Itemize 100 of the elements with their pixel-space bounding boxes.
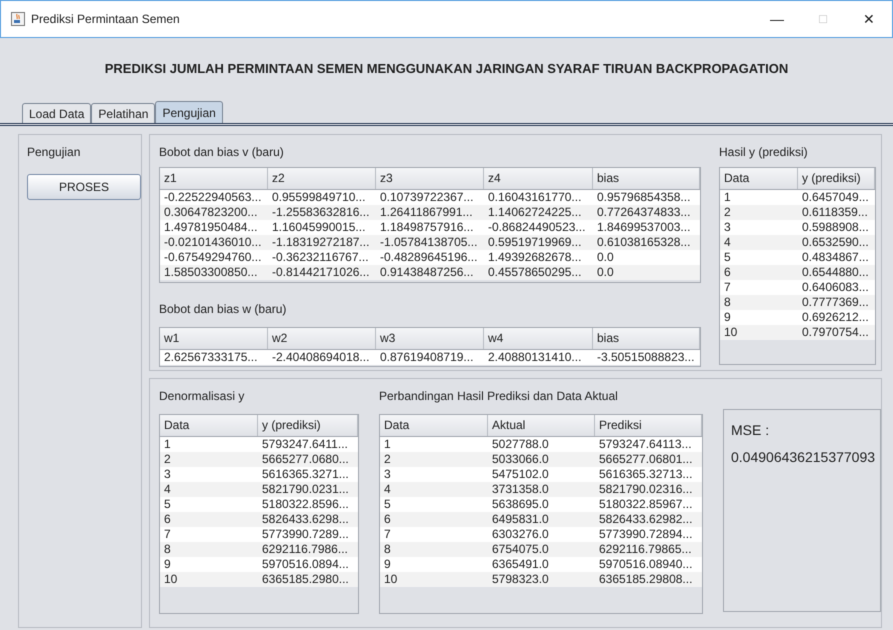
- table-cell-text: 5: [383, 497, 392, 512]
- column-header[interactable]: bias: [593, 168, 700, 189]
- table-cell-text: 0.0: [596, 250, 615, 265]
- column-header[interactable]: z1: [160, 168, 268, 189]
- table-cell-text: 8: [723, 295, 732, 310]
- table-cell-text: 0.6118359...: [801, 205, 869, 220]
- table-cell-text: -0.81442171026...: [271, 265, 370, 280]
- table-cell-text: 6: [723, 265, 732, 280]
- table-cell-text: 0.7970754...: [801, 325, 870, 340]
- table-cell-text: 1: [383, 437, 392, 452]
- table-cell-text: 1.58503300850...: [163, 265, 258, 280]
- table-cell-text: -3.50515088823...: [596, 350, 696, 365]
- table-cell-text: -0.02101436010...: [163, 235, 262, 250]
- table-cell-text: 0.77264374833...: [596, 205, 692, 220]
- table-cell-text: 5826433.62982...: [598, 512, 694, 527]
- proses-button[interactable]: PROSES: [27, 174, 141, 200]
- table-cell-text: 0.30647823200...: [163, 205, 258, 220]
- table-cell-text: 3: [383, 467, 392, 482]
- table-cell-text: 1: [163, 437, 172, 452]
- table-cell-text: 0.45578650295...: [487, 265, 582, 280]
- table-cell-text: 0.0: [596, 265, 615, 280]
- table-cell-text: 9: [723, 310, 732, 325]
- table-cell-text: 6754075.0: [491, 542, 550, 557]
- table-cell-text: 7: [723, 280, 732, 295]
- table-cell-text: 0.10739722367...: [379, 190, 474, 205]
- table-cell-text: -0.48289645196...: [379, 250, 478, 265]
- column-header[interactable]: Data: [720, 168, 798, 189]
- table-cell-text: 9: [163, 557, 172, 572]
- mse-value: 0.04906436215377093: [731, 448, 876, 467]
- table-cell-text: 1.49392682678...: [487, 250, 582, 265]
- column-header[interactable]: w2: [268, 328, 376, 349]
- column-header[interactable]: Prediksi: [595, 415, 702, 436]
- column-header[interactable]: w3: [376, 328, 484, 349]
- mse-label: MSE :: [731, 421, 770, 440]
- table-cell-text: 0.7777369...: [801, 295, 870, 310]
- table-cell-text: 4: [383, 482, 392, 497]
- table-cell-text: 1.26411867991...: [379, 205, 474, 220]
- table-cell-text: 6365185.2980...: [261, 572, 350, 587]
- panel-title: Pengujian: [27, 144, 82, 161]
- table-cell-text: 3: [163, 467, 172, 482]
- table-cell-text: -2.40408694018...: [271, 350, 370, 365]
- column-header[interactable]: Data: [380, 415, 488, 436]
- table-cell-text: 0.6532590...: [801, 235, 870, 250]
- table-cell-text: 0.6544880...: [801, 265, 870, 280]
- column-header[interactable]: z4: [484, 168, 593, 189]
- table-cell-text: 0.6457049...: [801, 190, 870, 205]
- table-cell-text: 6292116.7986...: [261, 542, 349, 557]
- table-cell-text: 8: [163, 542, 172, 557]
- table-cell-text: 10: [383, 572, 398, 587]
- table-cell-text: -0.36232116767...: [271, 250, 370, 265]
- table-cell-text: 6: [163, 512, 172, 527]
- section-label: Bobot dan bias v (baru): [159, 144, 285, 161]
- table-cell-text: 2.62567333175...: [163, 350, 258, 365]
- table-cell-text: -1.25583632816...: [271, 205, 370, 220]
- column-header[interactable]: w4: [484, 328, 593, 349]
- table-cell-text: -0.22522940563...: [163, 190, 262, 205]
- column-header[interactable]: y (prediksi): [258, 415, 358, 436]
- column-header[interactable]: bias: [593, 328, 700, 349]
- column-header[interactable]: z3: [376, 168, 484, 189]
- table-cell-text: 5027788.0: [491, 437, 550, 452]
- table-cell-text: 0.5988908...: [801, 220, 870, 235]
- table-cell-text: 0.4834867...: [801, 250, 870, 265]
- table-cell-text: 4: [723, 235, 732, 250]
- tab[interactable]: Load Data: [22, 103, 92, 123]
- column-header[interactable]: w1: [160, 328, 268, 349]
- table-cell-text: 6365185.29808...: [598, 572, 694, 587]
- table-cell-text: 2: [383, 452, 392, 467]
- table-cell-text: 10: [723, 325, 738, 340]
- table-cell-text: -0.86824490523...: [487, 220, 586, 235]
- tab[interactable]: Pengujian: [155, 101, 223, 123]
- minimize-button[interactable]: —: [754, 4, 800, 34]
- table-cell-text: 5821790.0231...: [261, 482, 350, 497]
- table-cell-text: 6495831.0: [491, 512, 550, 527]
- table-cell-text: 5033066.0: [491, 452, 550, 467]
- table-cell-text: 3731358.0: [491, 482, 550, 497]
- table-cell-text: 1.84699537003...: [596, 220, 692, 235]
- table-cell-text: 5793247.64113...: [598, 437, 693, 452]
- table-cell-text: 0.16043161770...: [487, 190, 582, 205]
- table-cell-text: 1.18498757916...: [379, 220, 474, 235]
- close-button[interactable]: ✕: [846, 4, 892, 34]
- table-cell-text: -1.05784138705...: [379, 235, 478, 250]
- table-cell-text: 5793247.6411...: [261, 437, 349, 452]
- section-label: Perbandingan Hasil Prediksi dan Data Aktual: [379, 388, 619, 405]
- section-label: Bobot dan bias w (baru): [159, 302, 286, 316]
- table-cell-text: 5616365.3271...: [261, 467, 350, 482]
- table-cell-text: 1.16045990015...: [271, 220, 366, 235]
- table-cell-text: 5773990.7289...: [261, 527, 350, 542]
- table-cell-text: 2: [163, 452, 172, 467]
- table-cell-text: 5821790.02316...: [598, 482, 694, 497]
- table-cell-text: 1.14062724225...: [487, 205, 582, 220]
- section-label: Hasil y (prediksi): [719, 144, 809, 161]
- column-header[interactable]: Aktual: [488, 415, 595, 436]
- table-cell-text: 5180322.8596...: [261, 497, 350, 512]
- table-cell-text: 5970516.0894...: [261, 557, 350, 572]
- column-header[interactable]: y (prediksi): [798, 168, 875, 189]
- column-header[interactable]: Data: [160, 415, 258, 436]
- table-cell-text: 9: [383, 557, 392, 572]
- table-cell-text: 6365491.0: [491, 557, 550, 572]
- column-header[interactable]: z2: [268, 168, 376, 189]
- tab[interactable]: Pelatihan: [91, 103, 156, 123]
